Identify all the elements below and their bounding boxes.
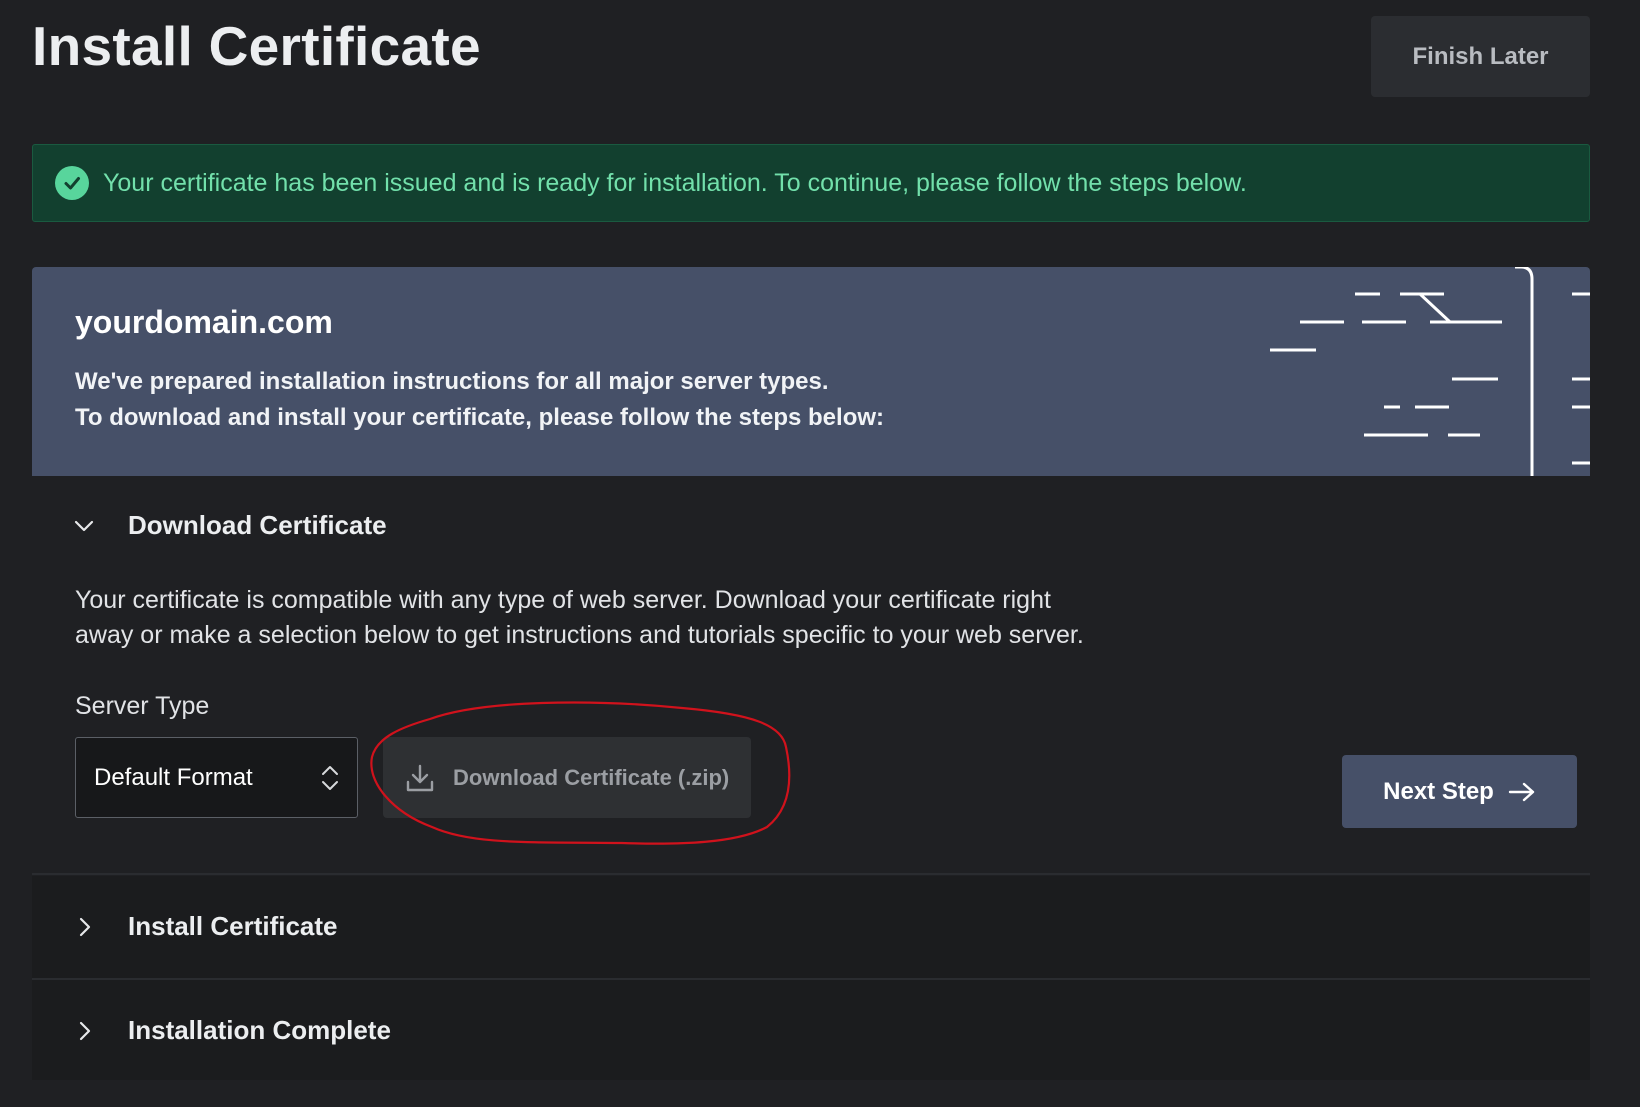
step-description-line-2: away or make a selection below to get in… bbox=[75, 621, 1084, 649]
step-install-certificate-header[interactable]: Install Certificate bbox=[32, 876, 1590, 978]
chevron-right-icon bbox=[79, 1021, 91, 1041]
download-certificate-button[interactable]: Download Certificate (.zip) bbox=[383, 737, 751, 818]
server-type-select[interactable]: Default Format bbox=[75, 737, 358, 818]
download-icon bbox=[406, 764, 434, 791]
success-banner: Your certificate has been issued and is … bbox=[32, 144, 1590, 222]
success-message: Your certificate has been issued and is … bbox=[103, 168, 1247, 197]
check-circle-icon bbox=[55, 166, 89, 200]
step-installation-complete-header[interactable]: Installation Complete bbox=[32, 980, 1590, 1080]
next-step-label: Next Step bbox=[1383, 777, 1494, 805]
install-certificate-page: Install Certificate Finish Later Your ce… bbox=[0, 0, 1640, 1107]
step-description: Your certificate is compatible with any … bbox=[75, 583, 1155, 653]
step-download-certificate-header[interactable]: Download Certificate bbox=[32, 476, 1590, 576]
step-description-line-1: Your certificate is compatible with any … bbox=[75, 586, 1051, 614]
download-button-label: Download Certificate (.zip) bbox=[453, 764, 730, 790]
section-divider bbox=[32, 873, 1590, 875]
server-type-label: Server Type bbox=[75, 692, 210, 720]
finish-later-button[interactable]: Finish Later bbox=[1371, 16, 1590, 97]
page-title: Install Certificate bbox=[32, 15, 481, 77]
next-step-button[interactable]: Next Step bbox=[1342, 755, 1577, 828]
chevron-right-icon bbox=[79, 917, 91, 937]
step-label: Download Certificate bbox=[128, 510, 387, 540]
server-type-value: Default Format bbox=[94, 763, 253, 791]
installation-card: yourdomain.com We've prepared installati… bbox=[32, 267, 1590, 1080]
select-arrows-icon bbox=[322, 766, 338, 790]
decorative-lines-illustration bbox=[1270, 267, 1590, 476]
chevron-down-icon bbox=[74, 520, 94, 532]
step-label: Installation Complete bbox=[128, 1015, 391, 1045]
arrow-right-icon bbox=[1508, 782, 1535, 801]
step-label: Install Certificate bbox=[128, 911, 338, 941]
domain-hero: yourdomain.com We've prepared installati… bbox=[32, 267, 1590, 476]
